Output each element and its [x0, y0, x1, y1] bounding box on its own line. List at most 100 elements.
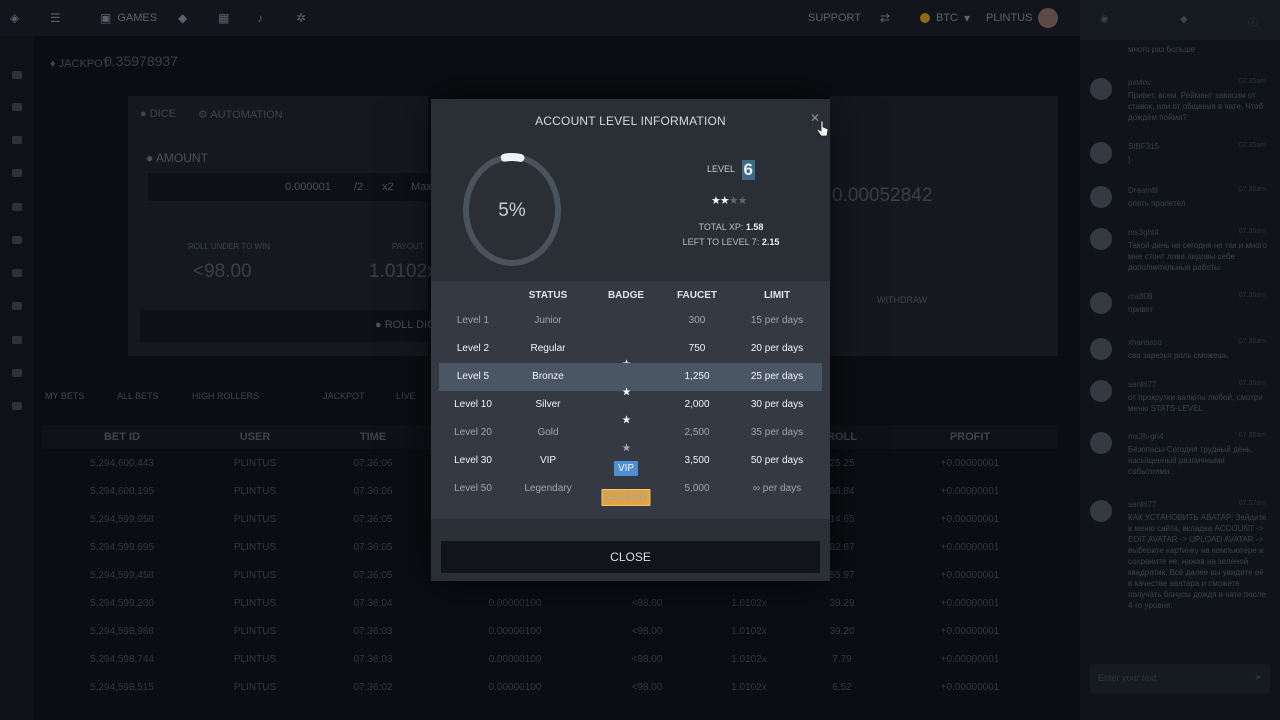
- avatar[interactable]: [1090, 186, 1112, 208]
- bet-cell-user[interactable]: PLINTUS: [234, 570, 276, 581]
- payout-value[interactable]: 1.0102x: [369, 261, 437, 283]
- bet-cell-id[interactable]: 5,294,598,988: [90, 626, 154, 637]
- bet-cell-id[interactable]: 5,294,599,458: [90, 570, 154, 581]
- avatar[interactable]: [1090, 338, 1112, 360]
- rail-icon-2[interactable]: [12, 103, 22, 111]
- calendar-icon[interactable]: ▦: [218, 0, 229, 36]
- avatar[interactable]: [1090, 380, 1112, 402]
- bet-cell-roll: 39.29: [829, 598, 855, 609]
- tab-high-rollers[interactable]: HIGH ROLLERS: [192, 391, 259, 401]
- games-button[interactable]: ▣ GAMES: [100, 0, 157, 36]
- swap-icon[interactable]: ⇄: [880, 0, 890, 36]
- support-link[interactable]: SUPPORT: [808, 0, 861, 36]
- menu-icon[interactable]: ☰: [50, 0, 61, 36]
- bet-cell-id[interactable]: 5,294,599,695: [90, 542, 154, 553]
- tab-dice[interactable]: ● DICE: [140, 108, 176, 120]
- chat-bubble-icon[interactable]: ◆: [1180, 14, 1188, 25]
- bet-cell-user[interactable]: PLINTUS: [234, 626, 276, 637]
- bet-cell-id[interactable]: 5,294,599,958: [90, 514, 154, 525]
- bet-cell-time: 07:36:03: [353, 654, 393, 665]
- chat-input-placeholder: Enter your text: [1098, 673, 1157, 683]
- bet-cell-id[interactable]: 5,294,600,443: [90, 458, 154, 469]
- rail-icon-7[interactable]: [12, 269, 22, 277]
- level-cell-faucet: 3,500: [684, 455, 710, 466]
- avatar[interactable]: [1090, 292, 1112, 314]
- chat-username[interactable]: sentri77: [1128, 380, 1156, 389]
- avatar[interactable]: [1090, 78, 1112, 100]
- chat-username[interactable]: pavlov: [1128, 78, 1151, 87]
- jackpot-value: 0.35978937: [104, 53, 178, 69]
- chat-time: 07:35am: [1238, 338, 1266, 345]
- chat-time: 07:35am: [1238, 142, 1266, 149]
- chat-input[interactable]: Enter your text ➤: [1090, 664, 1270, 694]
- rail-icon-11[interactable]: [12, 402, 22, 410]
- rail-icon-8[interactable]: [12, 302, 22, 310]
- half-button[interactable]: /2: [354, 181, 363, 193]
- bet-cell-user[interactable]: PLINTUS: [234, 682, 276, 693]
- bet-cell-user[interactable]: PLINTUS: [234, 598, 276, 609]
- gear-icon[interactable]: ✲: [296, 0, 306, 36]
- level-label: LEVEL: [707, 164, 736, 174]
- chat-username[interactable]: Dreamfil: [1128, 186, 1158, 195]
- level-cell-faucet: 300: [688, 315, 706, 326]
- chat-username[interactable]: SIBF315: [1128, 142, 1159, 151]
- total-xp: TOTAL XP: 1.58: [661, 222, 801, 232]
- roll-under-value[interactable]: <98.00: [193, 261, 252, 283]
- level-cell-level: Level 50: [454, 483, 492, 494]
- bet-cell-user[interactable]: PLINTUS: [234, 458, 276, 469]
- bet-cell-id[interactable]: 5,294,598,744: [90, 654, 154, 665]
- bet-cell-user[interactable]: PLINTUS: [234, 514, 276, 525]
- chat-icon[interactable]: ◆: [178, 0, 187, 36]
- bet-cell-profit: +0.00000001: [940, 458, 1000, 469]
- avatar[interactable]: [1090, 228, 1112, 250]
- chat-username[interactable]: ms3ght4: [1128, 228, 1159, 237]
- tab-live[interactable]: LIVE: [396, 391, 416, 401]
- bet-cell-bet: 0.00000100: [488, 598, 542, 609]
- level-number: 6: [741, 160, 755, 180]
- bet-cell-id[interactable]: 5,294,599,230: [90, 598, 154, 609]
- bet-cell-user[interactable]: PLINTUS: [234, 486, 276, 497]
- bet-cell-user[interactable]: PLINTUS: [234, 654, 276, 665]
- info-icon[interactable]: ⓘ: [1248, 14, 1258, 29]
- rail-icon-10[interactable]: [12, 369, 22, 377]
- bell-icon[interactable]: ♪: [257, 0, 263, 36]
- bet-cell-id[interactable]: 5,294,600,195: [90, 486, 154, 497]
- logo-icon[interactable]: ◈: [10, 0, 19, 36]
- tab-automation[interactable]: ⚙ AUTOMATION: [198, 108, 283, 121]
- tab-jackpot[interactable]: JACKPOT: [323, 391, 365, 401]
- tab-my-bets[interactable]: MY BETS: [45, 391, 84, 401]
- bet-cell-id[interactable]: 5,294,598,515: [90, 682, 154, 693]
- tab-all-bets[interactable]: ALL BETS: [117, 391, 159, 401]
- chat-username[interactable]: sentri77: [1128, 500, 1156, 509]
- rail-icon-3[interactable]: [12, 136, 22, 144]
- users-icon[interactable]: ◉: [1100, 14, 1109, 25]
- user-menu[interactable]: PLINTUS: [986, 0, 1059, 36]
- rail-icon-1[interactable]: [12, 71, 22, 79]
- rail-icon-5[interactable]: [12, 203, 22, 211]
- max-button[interactable]: Max: [411, 181, 432, 193]
- payout-label: PAYOUT: [392, 242, 424, 251]
- currency-select[interactable]: BTC ▾: [920, 0, 970, 36]
- rail-icon-6[interactable]: [12, 236, 22, 244]
- col-faucet: FAUCET: [677, 290, 717, 301]
- avatar[interactable]: [1090, 500, 1112, 522]
- support-label: SUPPORT: [808, 12, 861, 24]
- col-status: STATUS: [528, 290, 568, 301]
- left-to-level: LEFT TO LEVEL 7: 2.15: [661, 237, 801, 247]
- rail-icon-9[interactable]: [12, 336, 22, 344]
- level-cell-status: Junior: [534, 315, 562, 326]
- double-button[interactable]: x2: [382, 181, 394, 193]
- chat-username[interactable]: xhanssso: [1128, 338, 1162, 347]
- chat-username[interactable]: ms3h-gn4: [1128, 432, 1164, 441]
- level-stars: ★★★★: [711, 194, 747, 207]
- send-icon[interactable]: ➤: [1254, 672, 1262, 683]
- close-button[interactable]: CLOSE: [441, 541, 820, 573]
- rail-icon-4[interactable]: [12, 169, 22, 177]
- avatar[interactable]: [1090, 142, 1112, 164]
- bet-cell-user[interactable]: PLINTUS: [234, 542, 276, 553]
- withdraw-link[interactable]: WITHDRAW: [877, 295, 927, 305]
- currency-label: BTC: [936, 12, 958, 24]
- chat-username[interactable]: cra808: [1128, 292, 1152, 301]
- avatar[interactable]: [1090, 432, 1112, 454]
- level-cell-status: Silver: [535, 399, 561, 410]
